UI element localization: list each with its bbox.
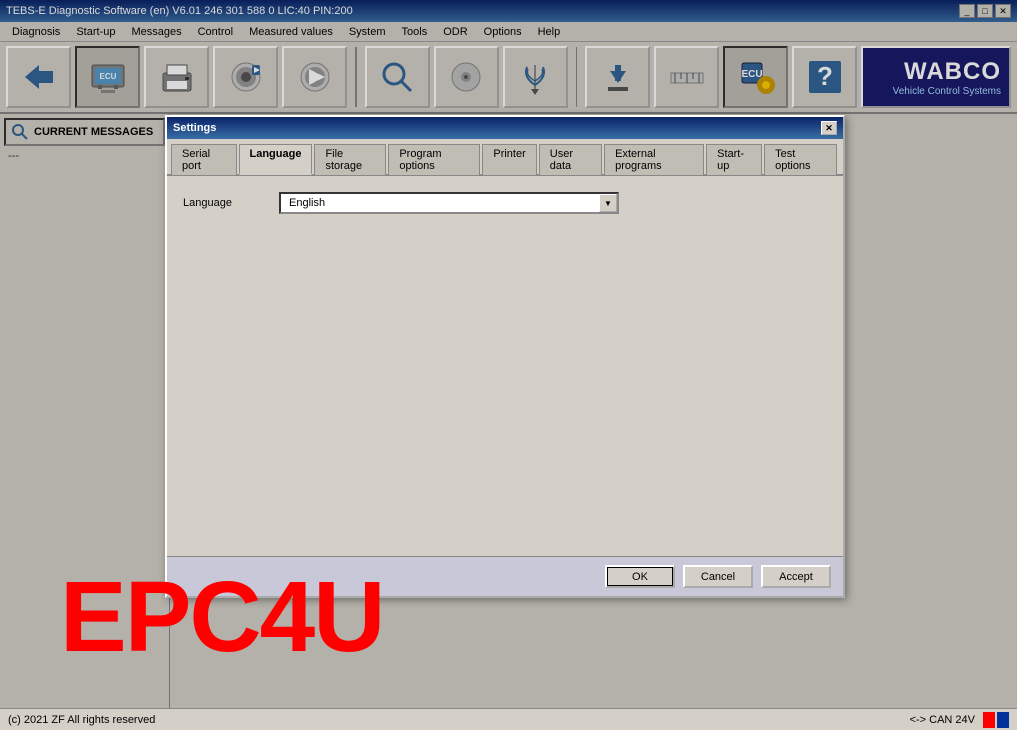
tab-printer[interactable]: Printer xyxy=(482,144,536,175)
accept-button[interactable]: Accept xyxy=(761,565,831,588)
tab-start-up[interactable]: Start-up xyxy=(706,144,762,175)
tab-language[interactable]: Language xyxy=(239,144,313,175)
language-row: Language English German French Spanish I… xyxy=(183,192,827,214)
ok-button[interactable]: OK xyxy=(605,565,675,588)
dialog-content: Language English German French Spanish I… xyxy=(167,176,843,556)
status-can: <-> CAN 24V xyxy=(910,714,975,726)
tab-external-programs[interactable]: External programs xyxy=(604,144,704,175)
dialog-title-bar: Settings ✕ xyxy=(167,117,843,139)
dialog-title: Settings xyxy=(173,122,216,134)
tab-serial-port[interactable]: Serial port xyxy=(171,144,237,175)
flag-red xyxy=(983,712,995,728)
status-right: <-> CAN 24V xyxy=(910,712,1009,728)
status-flag-icon xyxy=(983,712,1009,728)
dialog-footer: OK Cancel Accept xyxy=(167,556,843,596)
tab-user-data[interactable]: User data xyxy=(539,144,602,175)
status-bar: (c) 2021 ZF All rights reserved <-> CAN … xyxy=(0,708,1017,730)
tab-test-options[interactable]: Test options xyxy=(764,144,837,175)
language-select[interactable]: English German French Spanish Italian Du… xyxy=(279,192,619,214)
settings-dialog: Settings ✕ Serial port Language File sto… xyxy=(165,115,845,598)
tabs-container: Serial port Language File storage Progra… xyxy=(167,139,843,176)
flag-blue xyxy=(997,712,1009,728)
cancel-button[interactable]: Cancel xyxy=(683,565,753,588)
tab-file-storage[interactable]: File storage xyxy=(314,144,386,175)
tab-program-options[interactable]: Program options xyxy=(388,144,480,175)
language-select-wrapper[interactable]: English German French Spanish Italian Du… xyxy=(279,192,619,214)
language-field-label: Language xyxy=(183,197,263,209)
dialog-close-button[interactable]: ✕ xyxy=(821,121,837,135)
modal-overlay: Settings ✕ Serial port Language File sto… xyxy=(0,0,1017,730)
status-copyright: (c) 2021 ZF All rights reserved xyxy=(8,714,155,726)
